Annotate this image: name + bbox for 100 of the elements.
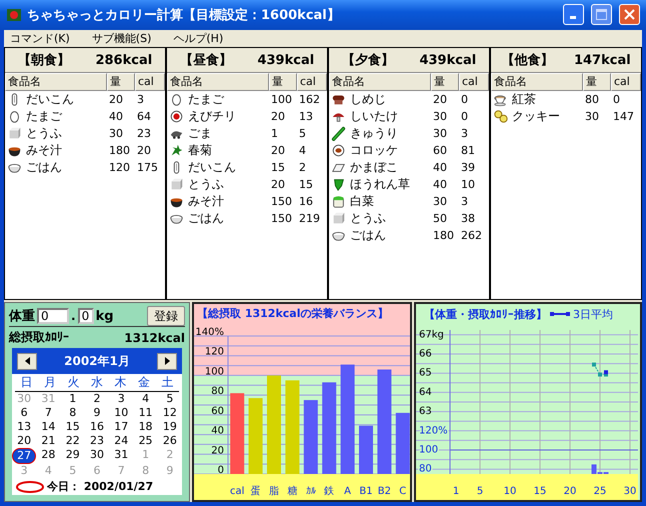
- window-title: ちゃちゃっとカロリー計算【目標設定：1600kcal】: [27, 6, 340, 24]
- column-header[interactable]: cal: [135, 73, 165, 92]
- x-axis-label: 1: [452, 486, 460, 498]
- x-axis-label: 15: [534, 486, 546, 498]
- meal-kcal: 439kcal: [257, 52, 314, 68]
- calendar-day[interactable]: 4: [133, 392, 158, 406]
- calendar-day[interactable]: 25: [133, 434, 158, 448]
- column-header[interactable]: cal: [611, 73, 641, 92]
- amount-cell-text: 150: [270, 212, 293, 226]
- calendar-day[interactable]: 2: [84, 392, 110, 406]
- amount-cell-text: 60: [432, 144, 448, 158]
- calendar-day[interactable]: 23: [84, 434, 110, 448]
- x-axis-label: 20: [564, 486, 576, 498]
- calendar-day[interactable]: 29: [60, 448, 85, 462]
- close-button[interactable]: [619, 4, 640, 26]
- calendar-day[interactable]: 26: [158, 434, 182, 448]
- register-button[interactable]: 登録: [147, 306, 185, 326]
- calorie-cell-text: 81: [460, 144, 476, 158]
- y-axis-label: 120%: [419, 425, 448, 436]
- calendar-day[interactable]: 30: [84, 448, 110, 462]
- calorie-cell-text: 15: [298, 178, 314, 192]
- meal-kcal: 286kcal: [95, 52, 152, 68]
- food-name: ごはん: [26, 159, 62, 176]
- food-icon: [331, 211, 346, 226]
- maximize-icon: [596, 9, 607, 20]
- calendar-day[interactable]: 14: [36, 420, 61, 434]
- food-name: みそ汁: [188, 193, 224, 210]
- column-header[interactable]: 量: [583, 73, 611, 92]
- x-axis-label: 30: [624, 486, 636, 498]
- x-axis-label: cal: [230, 486, 244, 498]
- calendar-day[interactable]: 7: [36, 406, 61, 420]
- calendar-day[interactable]: 17: [109, 420, 134, 434]
- column-header[interactable]: 食品名: [167, 73, 269, 92]
- calorie-cell-text: 4: [298, 144, 307, 158]
- amount-cell-text: 15: [270, 161, 286, 174]
- calorie-cell-text: 175: [136, 161, 159, 174]
- calendar-day[interactable]: 21: [36, 434, 61, 448]
- maximize-button[interactable]: [591, 4, 612, 26]
- y-axis-label: 0: [218, 465, 224, 476]
- food-name: ごはん: [350, 227, 386, 244]
- food-icon: [169, 143, 184, 158]
- y-axis-label: 67kg: [419, 329, 444, 340]
- food-name: しめじ: [350, 91, 386, 108]
- calendar-day[interactable]: 11: [133, 406, 158, 420]
- calendar-day[interactable]: 31: [109, 448, 134, 462]
- calendar-day[interactable]: 28: [36, 448, 61, 462]
- food-name: 紅茶: [512, 91, 536, 108]
- calendar-day[interactable]: 16: [84, 420, 110, 434]
- calendar-day[interactable]: 19: [158, 420, 182, 434]
- calendar-day[interactable]: 5: [158, 392, 182, 406]
- previous-month-button[interactable]: [17, 352, 37, 370]
- amount-cell-text: 20: [270, 178, 286, 192]
- calendar-day[interactable]: 8: [60, 406, 85, 420]
- calendar-day[interactable]: 24: [109, 434, 134, 448]
- weight-label: 体重: [9, 308, 35, 326]
- column-header[interactable]: 量: [107, 73, 135, 92]
- menu-item[interactable]: ヘルプ(H): [173, 30, 224, 46]
- minimize-button[interactable]: [563, 4, 584, 26]
- food-name: みそ汁: [26, 142, 62, 160]
- weight-input[interactable]: 0: [37, 308, 69, 324]
- weekday-label: 木: [113, 374, 128, 392]
- weekday-label: 金: [136, 374, 151, 392]
- calendar-day[interactable]: 1: [60, 392, 85, 406]
- amount-cell-text: 30: [432, 195, 448, 208]
- calorie-cell-text: 262: [460, 229, 483, 242]
- today-date[interactable]: 今日： 2002/01/27: [47, 479, 154, 494]
- x-axis-label: 25: [594, 486, 606, 498]
- weight-decimal-input[interactable]: 0: [78, 308, 94, 324]
- calendar-day[interactable]: 12: [158, 406, 182, 420]
- column-header[interactable]: 食品名: [5, 73, 107, 92]
- calendar-day[interactable]: 15: [60, 420, 85, 434]
- app-icon: [6, 6, 22, 23]
- amount-cell-text: 100: [270, 93, 293, 106]
- column-header[interactable]: 量: [431, 73, 459, 92]
- food-name: とうふ: [188, 176, 224, 194]
- menu-item[interactable]: サブ機能(S): [92, 30, 152, 46]
- amount-cell-text: 150: [270, 195, 293, 208]
- calendar-day[interactable]: 3: [109, 392, 134, 406]
- column-header[interactable]: 食品名: [491, 73, 583, 92]
- next-month-button[interactable]: [157, 352, 177, 370]
- calorie-cell-text: 219: [298, 212, 321, 226]
- x-axis-label: A: [344, 486, 352, 498]
- column-header[interactable]: 量: [269, 73, 297, 92]
- amount-cell-text: 40: [432, 178, 448, 192]
- calendar-day[interactable]: 27: [12, 448, 36, 464]
- column-header[interactable]: cal: [459, 73, 489, 92]
- calorie-cell-text: 0: [460, 110, 469, 124]
- calendar-day[interactable]: 13: [12, 420, 36, 434]
- calendar-day[interactable]: 10: [109, 406, 134, 420]
- amount-cell-text: 20: [270, 144, 286, 158]
- calendar-day[interactable]: 20: [12, 434, 36, 448]
- calendar-day[interactable]: 18: [133, 420, 158, 434]
- calendar-day[interactable]: 6: [12, 406, 36, 420]
- calendar-day[interactable]: 22: [60, 434, 85, 448]
- amount-cell-text: 120: [108, 161, 131, 174]
- calendar-month: 2002年1月: [64, 352, 130, 370]
- menu-item[interactable]: コマンド(K): [10, 30, 70, 46]
- calendar-day[interactable]: 9: [84, 406, 110, 420]
- column-header[interactable]: 食品名: [329, 73, 431, 92]
- column-header[interactable]: cal: [297, 73, 327, 92]
